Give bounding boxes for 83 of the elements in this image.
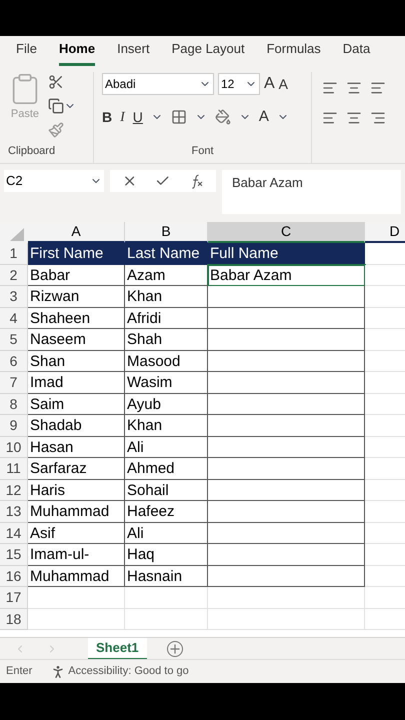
- row-number: 7: [0, 372, 28, 394]
- font-size-field[interactable]: 12: [218, 73, 260, 95]
- table-cell: Haq: [125, 544, 208, 566]
- italic-button[interactable]: I: [120, 106, 125, 128]
- fill-color-icon[interactable]: [214, 109, 231, 126]
- table-cell: Muhammad: [28, 566, 125, 587]
- accessibility-status[interactable]: Accessibility: Good to go: [68, 663, 189, 680]
- table-cell: Haris: [28, 480, 125, 501]
- add-sheet-icon[interactable]: [166, 640, 183, 656]
- ribbon-tab[interactable]: Formulas: [266, 38, 321, 66]
- table-cell: Shadab: [28, 415, 125, 436]
- row-number: 15: [0, 544, 28, 566]
- align-right-icon[interactable]: [370, 110, 386, 126]
- row-number: 18: [0, 608, 28, 630]
- row-number: 3: [0, 286, 28, 308]
- row-number: 16: [0, 566, 28, 587]
- row-number: 10: [0, 436, 28, 458]
- table-cell: Ahmed: [125, 458, 208, 480]
- table-cell: Khan: [125, 286, 208, 308]
- table-cell: Wasim: [125, 372, 208, 394]
- underline-button[interactable]: U: [132, 106, 143, 128]
- group-label: Font: [191, 144, 214, 158]
- table-cell: Muhammad: [28, 501, 125, 522]
- shrink-font-button[interactable]: A: [278, 74, 288, 94]
- table-cell: Hasan: [28, 436, 125, 458]
- row-number: 14: [0, 522, 28, 544]
- copy-icon[interactable]: [48, 98, 64, 114]
- table-cell: Rizwan: [28, 286, 125, 308]
- row-number: 9: [0, 415, 28, 436]
- align-center-icon[interactable]: [346, 110, 362, 126]
- align-left-icon[interactable]: [322, 110, 338, 126]
- status-mode: Enter: [6, 664, 32, 680]
- table-cell: Last Name: [125, 243, 208, 264]
- table-cell: Imam-ul-: [28, 544, 125, 566]
- row-number: 1: [0, 243, 28, 264]
- table-cell: Imad: [28, 372, 125, 394]
- ribbon-tab[interactable]: Insert: [117, 38, 150, 66]
- table-cell: Sarfaraz: [28, 458, 125, 480]
- table-cell: Babar Azam: [208, 264, 365, 286]
- table-cell: Full Name: [208, 243, 365, 264]
- font-name-field[interactable]: Abadi: [102, 73, 214, 95]
- ribbon-tab[interactable]: Data: [342, 38, 370, 66]
- table-cell: Shaheen: [28, 308, 125, 329]
- table-cell: Hafeez: [125, 501, 208, 522]
- brush-icon[interactable]: [48, 122, 64, 138]
- ribbon-tab[interactable]: Page Layout: [172, 38, 245, 66]
- row-number: 11: [0, 458, 28, 480]
- table-cell: Ali: [125, 522, 208, 544]
- ribbon-tab[interactable]: File: [16, 38, 37, 66]
- row-number: 13: [0, 501, 28, 522]
- bold-button[interactable]: B: [102, 106, 112, 128]
- row-number: 17: [0, 587, 28, 608]
- font-color-button[interactable]: A: [258, 106, 269, 128]
- row-number: 4: [0, 308, 28, 329]
- table-cell: Ali: [125, 436, 208, 458]
- table-cell: Khan: [125, 415, 208, 436]
- table-cell: First Name: [28, 243, 125, 264]
- group-label: Clipboard: [8, 144, 56, 158]
- table-cell: Hasnain: [125, 566, 208, 587]
- borders-icon[interactable]: [170, 109, 187, 126]
- table-cell: Saim: [28, 394, 125, 415]
- row-number: 5: [0, 329, 28, 350]
- table-cell: Shan: [28, 350, 125, 372]
- name-box[interactable]: C2: [4, 170, 104, 192]
- table-cell: Ayub: [125, 394, 208, 415]
- formula-field[interactable]: Babar Azam: [222, 170, 401, 214]
- row-number: 2: [0, 264, 28, 286]
- table-cell: Azam: [125, 264, 208, 286]
- row-number: 8: [0, 394, 28, 415]
- table-cell: Afridi: [125, 308, 208, 329]
- grow-font-button[interactable]: A: [264, 72, 275, 96]
- cut-icon[interactable]: [48, 74, 64, 90]
- column-header[interactable]: C: [208, 222, 365, 243]
- row-number: 12: [0, 480, 28, 501]
- table-cell: Asif: [28, 522, 125, 544]
- table-cell: Babar: [28, 264, 125, 286]
- table-cell: Sohail: [125, 480, 208, 501]
- row-number: 6: [0, 350, 28, 372]
- table-cell: Shah: [125, 329, 208, 350]
- sheet-tab[interactable]: Sheet1: [88, 638, 147, 660]
- table-cell: Naseem: [28, 329, 125, 350]
- table-cell: Masood: [125, 350, 208, 372]
- ribbon-tab[interactable]: Home: [58, 38, 96, 66]
